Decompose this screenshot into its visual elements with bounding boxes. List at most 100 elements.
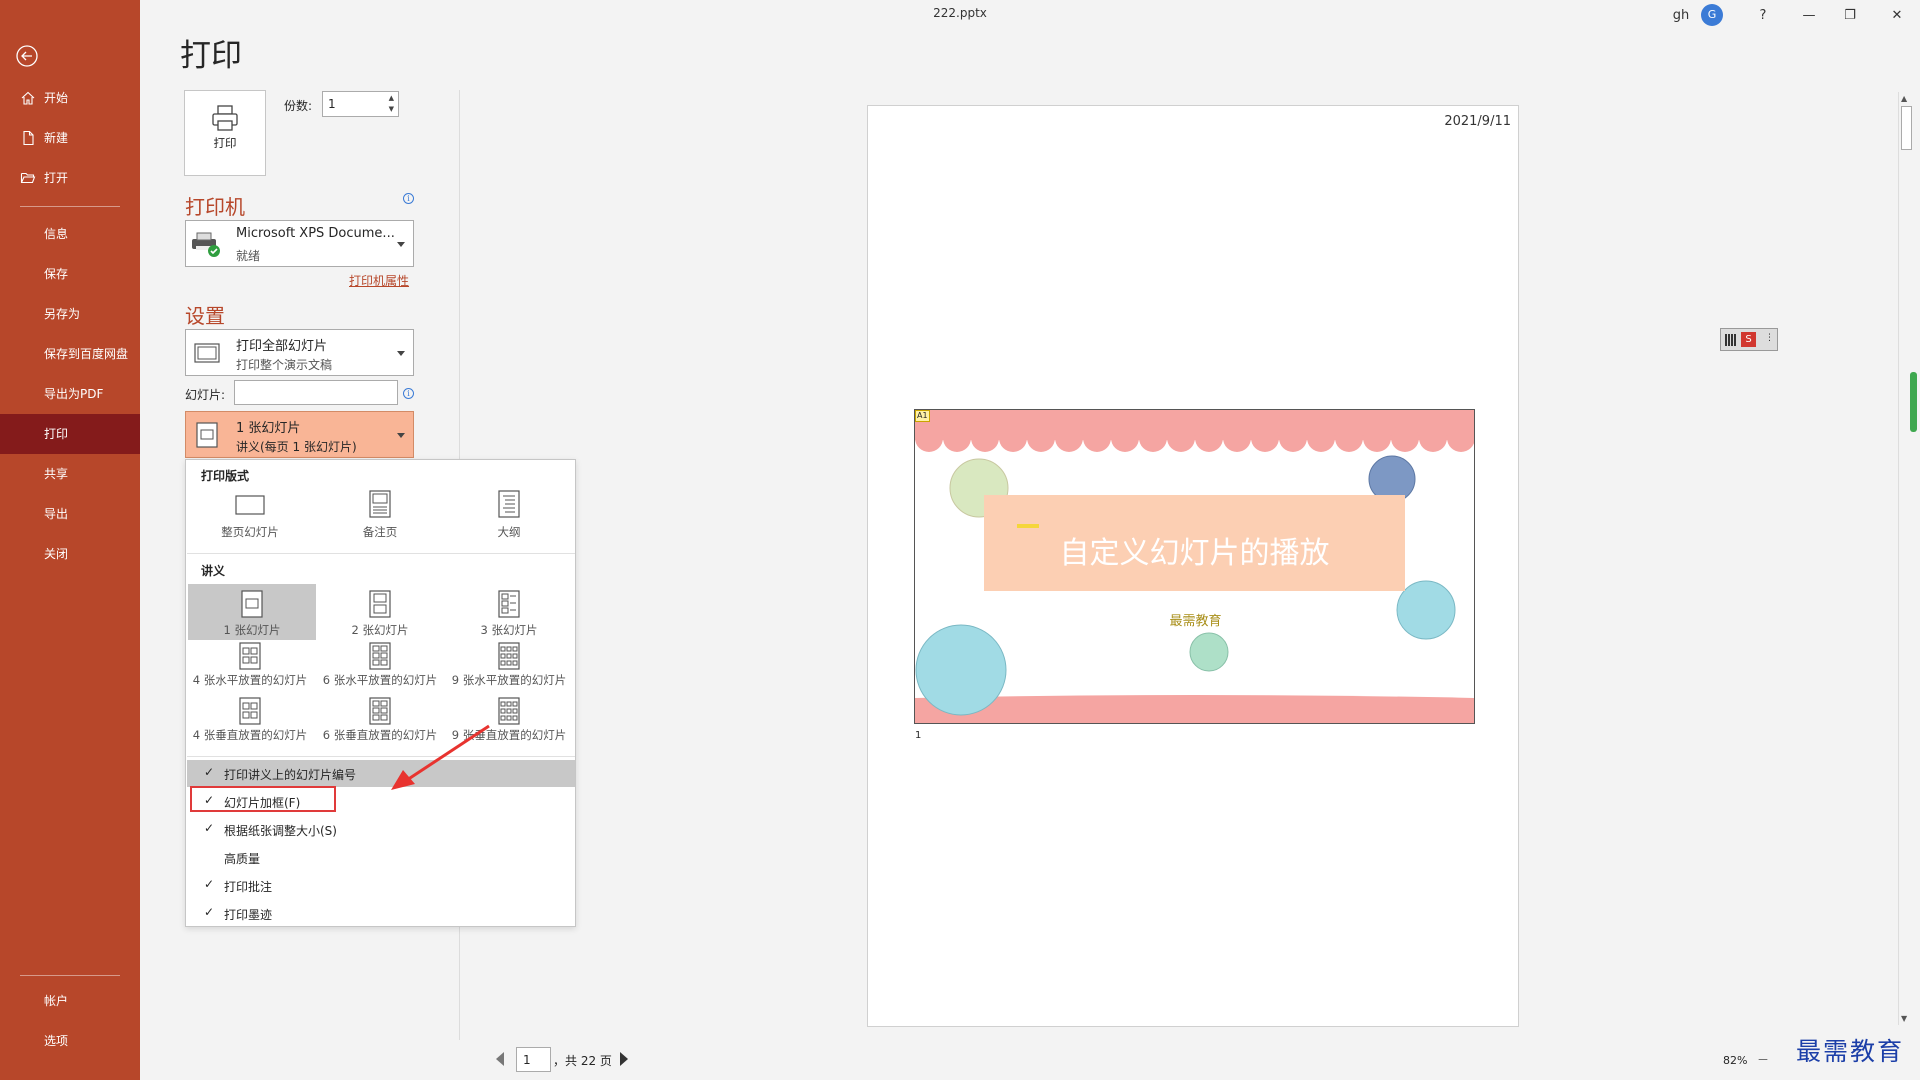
nav-info-label: 信息 — [44, 227, 69, 241]
restore-button[interactable]: ❐ — [1827, 0, 1873, 30]
back-arrow-icon — [16, 45, 38, 67]
nav-print[interactable]: 打印 — [0, 414, 140, 454]
print-range-sub: 打印整个演示文稿 — [236, 358, 333, 372]
print-button[interactable]: 打印 — [184, 90, 266, 176]
annotation-arrow — [391, 724, 490, 790]
handout-4-vertical[interactable]: 4 张垂直放置的幻灯片 — [186, 695, 314, 751]
handout-1-icon — [241, 590, 263, 618]
nav-share[interactable]: 共享 — [0, 454, 140, 494]
nav-save-baidu[interactable]: 保存到百度网盘 — [0, 334, 140, 374]
print-range-dropdown[interactable]: 打印全部幻灯片 打印整个演示文稿 — [185, 329, 414, 376]
scroll-up-icon[interactable]: ▲ — [1901, 94, 1907, 103]
back-button[interactable] — [15, 44, 39, 68]
printer-info-icon[interactable]: i — [403, 193, 414, 204]
nav-save-as[interactable]: 另存为 — [0, 294, 140, 334]
nav-save[interactable]: 保存 — [0, 254, 140, 294]
nav-options[interactable]: 选项 — [0, 1021, 140, 1061]
layout-dropdown[interactable]: 1 张幻灯片 讲义(每页 1 张幻灯片) — [185, 411, 414, 458]
copies-stepper[interactable]: 1 ▲ ▼ — [322, 91, 399, 117]
minimize-button[interactable]: — — [1786, 0, 1832, 30]
layout-notes-label: 备注页 — [362, 525, 398, 539]
copies-up-icon[interactable]: ▲ — [389, 94, 394, 102]
nav-account[interactable]: 帐户 — [0, 981, 140, 1021]
nav-separator — [20, 206, 120, 207]
printer-properties-link[interactable]: 打印机属性 — [349, 272, 409, 289]
nav-account-label: 帐户 — [44, 994, 69, 1008]
zoom-out-button[interactable]: － — [1757, 1051, 1769, 1068]
handout-4h-icon — [239, 642, 261, 670]
print-button-label: 打印 — [213, 136, 237, 150]
nav-export-pdf[interactable]: 导出为PDF — [0, 374, 140, 414]
handout-4v-icon — [239, 697, 261, 725]
scrollbar-thumb[interactable] — [1901, 106, 1912, 150]
layout-full-page-label: 整页幻灯片 — [221, 525, 279, 539]
nav-save-label: 保存 — [44, 267, 69, 281]
nav-open[interactable]: 打开 — [0, 158, 140, 198]
handout-3-slides[interactable]: 3 张幻灯片 — [445, 584, 573, 640]
nav-info[interactable]: 信息 — [0, 214, 140, 254]
chevron-down-icon — [397, 433, 405, 438]
flyout-divider — [187, 756, 575, 757]
green-edge-tab[interactable] — [1910, 372, 1917, 432]
option-scale-to-fit[interactable]: ✓ 根据纸张调整大小(S) — [187, 816, 575, 843]
layout-main: 1 张幻灯片 — [236, 421, 301, 436]
scroll-down-icon[interactable]: ▼ — [1901, 1014, 1907, 1023]
watermark: 最需教育 — [1796, 1037, 1905, 1066]
help-button[interactable]: ? — [1740, 0, 1786, 30]
handout-3-icon — [498, 590, 520, 618]
slide-number: 1 — [915, 730, 922, 741]
option-scale-to-fit-label: 根据纸张调整大小(S) — [224, 824, 337, 838]
nav-print-label: 打印 — [44, 427, 69, 441]
print-layout-heading: 打印版式 — [201, 469, 250, 483]
layout-outline[interactable]: 大纲 — [445, 486, 573, 542]
avatar[interactable]: G — [1701, 4, 1723, 26]
zoom-level[interactable]: 82% — [1723, 1054, 1747, 1067]
handout-1-slide[interactable]: 1 张幻灯片 — [188, 584, 316, 640]
layout-full-page-slides[interactable]: 整页幻灯片 — [186, 486, 314, 542]
print-range-main: 打印全部幻灯片 — [236, 339, 328, 354]
printer-dropdown[interactable]: Microsoft XPS Docume... 就绪 — [185, 220, 414, 267]
slides-input[interactable] — [234, 380, 398, 405]
copies-down-icon[interactable]: ▼ — [389, 105, 394, 113]
handout-9-horizontal[interactable]: 9 张水平放置的幻灯片 — [445, 640, 573, 696]
flyout-divider — [187, 553, 575, 554]
page-title: 打印 — [180, 38, 242, 74]
check-icon: ✓ — [204, 821, 215, 835]
handout-9h-label: 9 张水平放置的幻灯片 — [451, 673, 567, 687]
nav-home[interactable]: 开始 — [0, 78, 140, 118]
floating-toolbar[interactable]: S ⋮ — [1720, 328, 1778, 351]
close-button[interactable]: ✕ — [1874, 0, 1920, 30]
printer-ready-icon — [192, 232, 220, 257]
layout-notes-page[interactable]: 备注页 — [316, 486, 444, 542]
layout-sub: 讲义(每页 1 张幻灯片) — [236, 440, 357, 454]
option-print-ink[interactable]: ✓ 打印墨迹 — [187, 900, 575, 927]
toolbar-menu-icon: ⋮ — [1765, 333, 1774, 343]
page-total: ，共 22 页 — [553, 1054, 612, 1068]
nav-export[interactable]: 导出 — [0, 494, 140, 534]
backstage-sidebar: 开始 新建 打开 信息 保存 另存为 保存到百度网盘 导出为PDF 打印 共享 … — [0, 0, 140, 1080]
nav-new[interactable]: 新建 — [0, 118, 140, 158]
nav-export-pdf-label: 导出为PDF — [44, 387, 104, 401]
option-print-comments[interactable]: ✓ 打印批注 — [187, 872, 575, 899]
handout-2-slides[interactable]: 2 张幻灯片 — [316, 584, 444, 640]
preview-scrollbar[interactable]: ▲ ▼ — [1898, 92, 1914, 1025]
handout-6-horizontal[interactable]: 6 张水平放置的幻灯片 — [316, 640, 444, 696]
page-number-input[interactable]: 1 — [516, 1047, 551, 1072]
user-name[interactable]: gh — [1668, 0, 1694, 30]
handout-6v-icon — [369, 697, 391, 725]
handout-9h-icon — [498, 642, 520, 670]
new-file-icon — [23, 130, 34, 146]
nav-close[interactable]: 关闭 — [0, 534, 140, 574]
handout-4-horizontal[interactable]: 4 张水平放置的幻灯片 — [186, 640, 314, 696]
prev-page-icon[interactable] — [496, 1052, 504, 1066]
printer-status: 就绪 — [236, 249, 261, 263]
next-page-icon[interactable] — [620, 1052, 628, 1066]
handout-6h-icon — [369, 642, 391, 670]
chevron-down-icon — [397, 242, 405, 247]
printer-name: Microsoft XPS Docume... — [236, 226, 395, 241]
nav-options-label: 选项 — [44, 1034, 69, 1048]
option-high-quality[interactable]: 高质量 — [187, 844, 575, 871]
option-print-slide-numbers[interactable]: ✓ 打印讲义上的幻灯片编号 — [187, 760, 575, 787]
slides-info-icon[interactable]: i — [403, 388, 414, 399]
printer-icon — [212, 105, 238, 131]
